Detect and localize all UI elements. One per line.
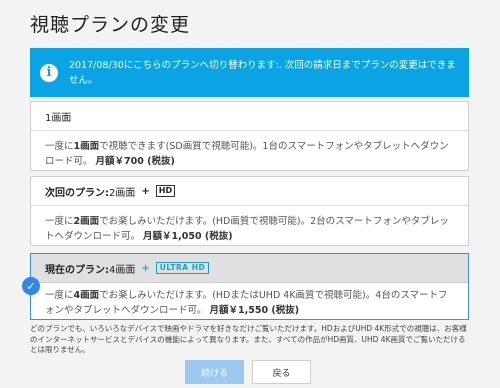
plan-name: 4画面 [109,264,136,276]
plan-name: 2画面 [109,187,136,199]
plus-sign: + [141,185,150,197]
ultra-hd-badge: ULTRA HD [155,262,210,274]
plan-desc-screens: 2画面 [73,216,100,227]
page-title: 視聴プランの変更 [30,14,191,36]
info-message: 2017/08/30にこちらのプランへ切り替わります:. 次回の請求日までプラン… [69,59,456,86]
plan-price: 月額￥700 (税抜) [95,156,175,167]
hd-badge: HD [155,185,176,197]
plan-desc-text: 一度に [45,141,74,152]
plan-header: 次回のプラン: 2画面 + HD [31,177,468,206]
plan-desc-screens: 4画面 [73,290,100,301]
plan-option-1-screen[interactable]: 1画面 一度に1画面で視聴できます(SD画質で視聴可能)。1台のスマートフォンや… [30,101,469,171]
plan-header: 1画面 [31,102,468,131]
back-button[interactable]: 戻る [252,360,311,384]
plus-sign: + [141,262,150,274]
plan-status-label: 現在のプラン: [45,264,109,276]
plan-header: 現在のプラン: 4画面 + ULTRA HD [31,254,468,283]
plan-description: 一度に2画面でお楽しみいただけます。(HD画質で視聴可能)。2台のスマートフォン… [31,206,468,244]
info-banner: i 2017/08/30にこちらのプランへ切り替わります:. 次回の請求日までプ… [30,48,469,97]
plan-option-2-screens[interactable]: 次回のプラン: 2画面 + HD 一度に2画面でお楽しみいただけます。(HD画質で… [30,176,469,246]
info-icon: i [40,63,58,82]
plan-desc-text: でお楽しみいただけます。(HD画質で視聴可能)。2台のスマートフォンやタブレット… [45,216,449,242]
plan-desc-text: 一度に [45,216,74,227]
plan-status-label: 次回のプラン: [45,187,109,199]
plan-price: 月額￥1,550 (税抜) [209,305,300,316]
plan-price: 月額￥1,050 (税抜) [143,231,233,242]
continue-button[interactable]: 続ける [185,360,244,384]
selected-check-icon: ✓ [22,277,40,295]
plan-desc-screens: 1画面 [73,141,100,152]
plan-description: 一度に1画面で視聴できます(SD画質で視聴可能)。1台のスマートフォンやタブレッ… [31,131,468,169]
plan-description: 一度に4画面でお楽しみいただけます。(HDまたはUHD 4K画質で視聴可能)。4… [31,283,468,318]
plan-name: 1画面 [45,112,72,124]
notice-text: どのプランでも、いろいろなデバイスで映画やドラマを好きなだけご覧いただけます。H… [30,324,467,354]
plan-option-4-screens[interactable]: 現在のプラン: 4画面 + ULTRA HD 一度に4画面でお楽しみいただけます。… [30,253,469,320]
plan-desc-text: 一度に [45,290,74,301]
